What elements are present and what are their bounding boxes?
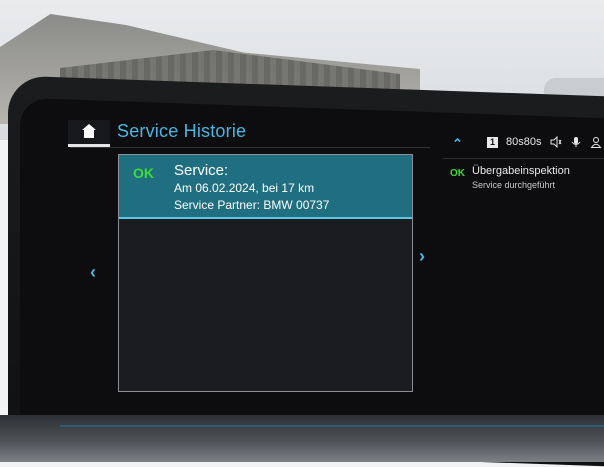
page-title: Service Historie	[117, 121, 247, 141]
user-profile-icon	[590, 137, 602, 148]
media-source-text: 80s80s	[506, 136, 542, 148]
speaker-icon	[550, 136, 562, 148]
list-item-selected[interactable]: OK Service: Am 06.02.2024, bei 17 km Ser…	[119, 155, 412, 219]
side-status-badge: OK	[450, 168, 465, 179]
service-history-list: OK Service: Am 06.02.2024, bei 17 km Ser…	[118, 154, 413, 392]
ambient-light-strip	[60, 425, 604, 427]
status-bar: ⌃ 1 80s80s	[452, 136, 604, 152]
entry-title: Service:	[174, 162, 229, 179]
status-badge: OK	[133, 165, 154, 181]
side-panel-subtitle: Service durchgeführt	[472, 180, 556, 190]
side-panel-title: Übergabeinspektion	[472, 165, 570, 177]
phone-slot-badge: 1	[487, 137, 498, 148]
side-panel-divider	[443, 158, 604, 159]
chevron-left-icon[interactable]: ‹	[90, 262, 96, 283]
dashboard-trim	[0, 415, 604, 462]
home-icon	[82, 124, 96, 138]
entry-service-partner: Service Partner: BMW 00737	[174, 198, 330, 212]
microphone-icon	[571, 137, 581, 147]
chevron-right-icon[interactable]: ›	[419, 246, 425, 267]
entry-date-mileage: Am 06.02.2024, bei 17 km	[174, 181, 315, 195]
header-divider	[70, 147, 430, 148]
home-button[interactable]	[68, 120, 110, 147]
chevron-up-icon[interactable]: ⌃	[452, 136, 463, 152]
